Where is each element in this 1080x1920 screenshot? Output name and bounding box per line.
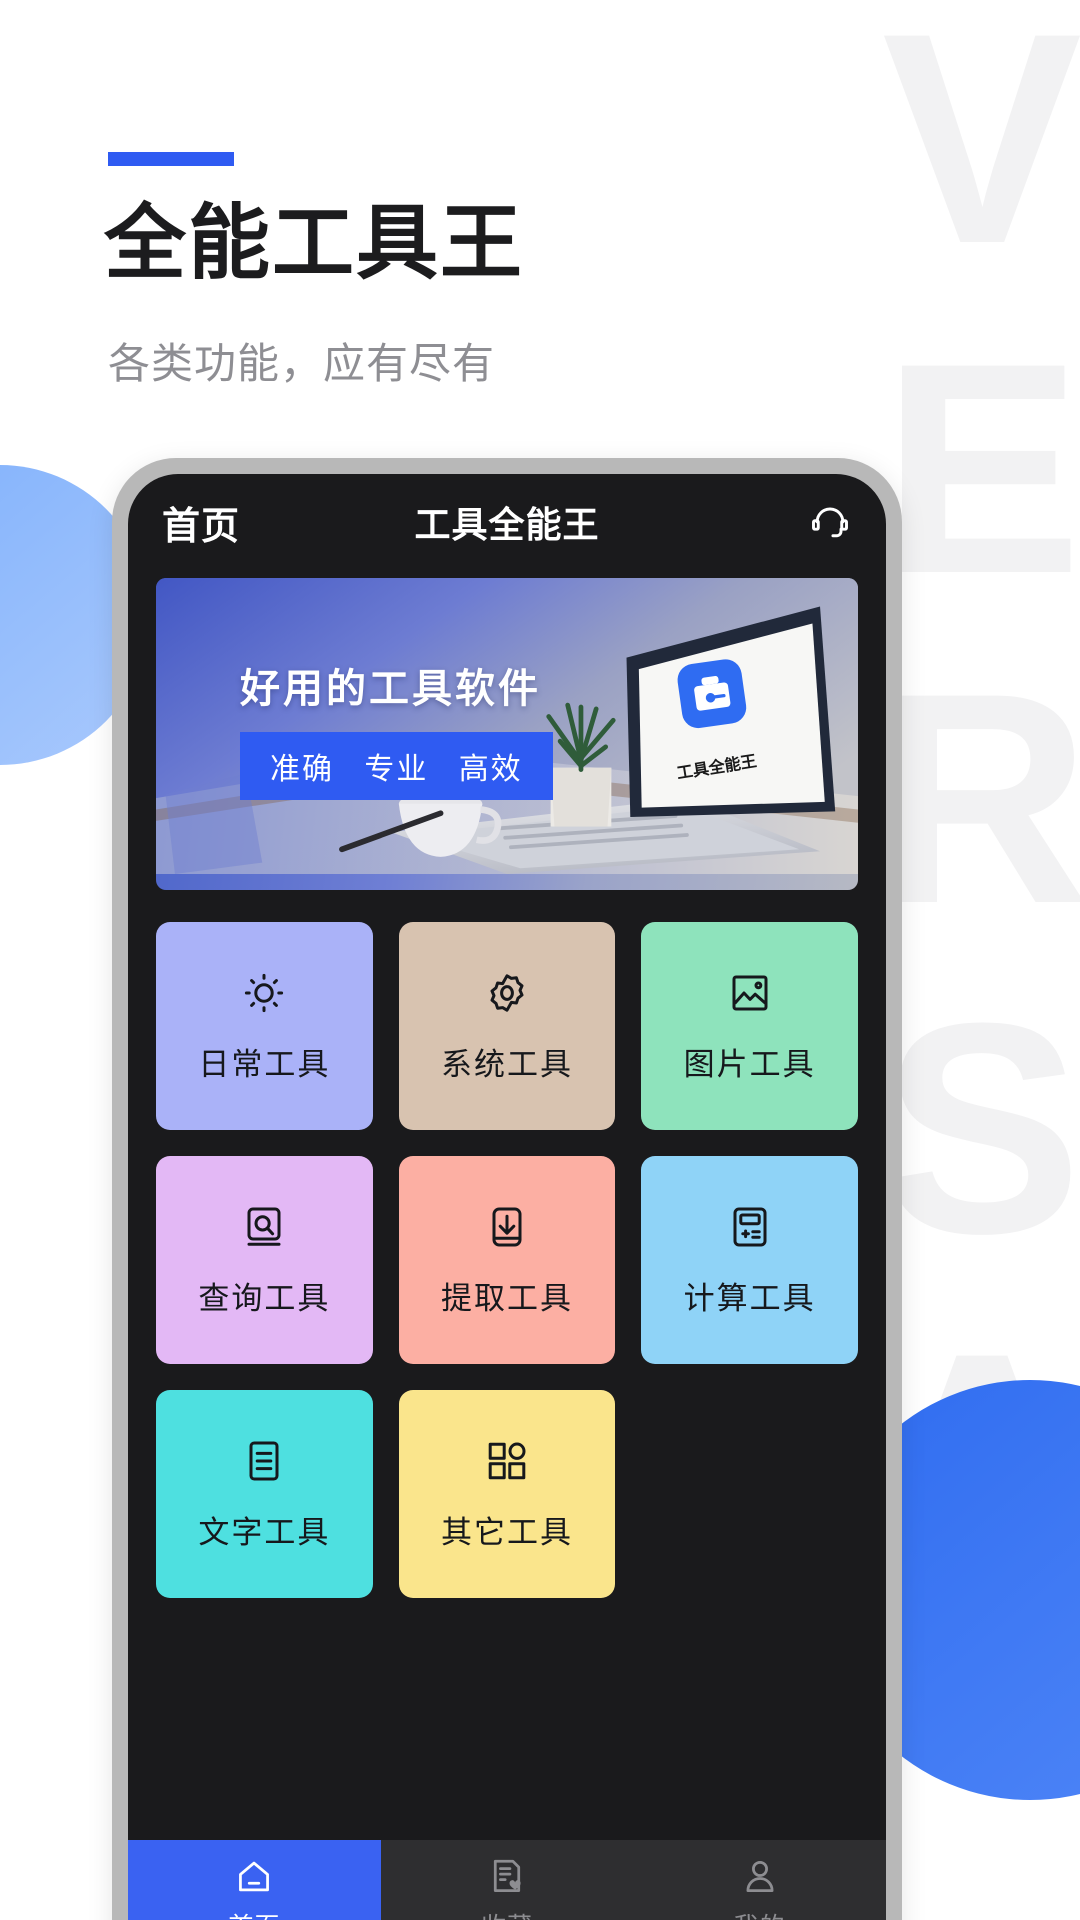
tool-grid: 日常工具 系统工具 图片工具 查询工具 提取工具 计算工具 文字工具 其它工具 xyxy=(128,890,886,1598)
tab-label: 收藏 xyxy=(481,1907,533,1920)
banner-tag-badge: 准确 专业 高效 xyxy=(240,732,553,800)
banner-tag: 专业 xyxy=(364,753,429,786)
page-subtitle: 各类功能，应有尽有 xyxy=(108,340,496,387)
tool-tile-label: 图片工具 xyxy=(683,1046,816,1082)
home-icon xyxy=(239,1861,270,1892)
tool-tile-label: 其它工具 xyxy=(440,1514,573,1550)
tab-label: 首页 xyxy=(228,1907,280,1920)
tool-tile-label: 查询工具 xyxy=(198,1280,331,1316)
app-header: 首页 工具全能王 xyxy=(128,474,886,570)
favorite-icon xyxy=(493,1859,521,1892)
tool-tile-text[interactable]: 文字工具 xyxy=(156,1390,373,1598)
headset-icon xyxy=(808,498,852,547)
bottom-navigation: 首页 收藏 我的 xyxy=(128,1840,886,1920)
customer-service-button[interactable] xyxy=(808,498,852,547)
tool-tile-query[interactable]: 查询工具 xyxy=(156,1156,373,1364)
person-icon xyxy=(746,1860,774,1892)
tool-tile-calculate[interactable]: 计算工具 xyxy=(641,1156,858,1364)
tab-home[interactable]: 首页 xyxy=(128,1840,381,1920)
banner-tag: 高效 xyxy=(458,753,523,786)
app-title: 工具全能王 xyxy=(414,504,600,545)
tool-tile-label: 日常工具 xyxy=(198,1046,331,1082)
tool-tile-label: 计算工具 xyxy=(683,1280,816,1316)
tool-tile-system[interactable]: 系统工具 xyxy=(398,922,616,1130)
tab-profile[interactable]: 我的 xyxy=(633,1840,886,1920)
tool-tile-label: 提取工具 xyxy=(440,1280,573,1316)
tab-favorites[interactable]: 收藏 xyxy=(381,1840,634,1920)
phone-mockup: 首页 工具全能王 工具全能王 好用的工具软件 准确 专业 高效 日常工具 系统工… xyxy=(112,458,902,1920)
banner-tag: 准确 xyxy=(270,753,334,786)
banner-copy: 好用的工具软件 准确 专业 高效 xyxy=(240,656,553,800)
banner-headline: 好用的工具软件 xyxy=(240,667,541,711)
sun-icon xyxy=(245,973,284,1012)
search-doc-icon xyxy=(247,1207,281,1246)
document-icon xyxy=(249,1441,279,1480)
page-title: 全能工具王 xyxy=(104,198,525,289)
tool-tile-image[interactable]: 图片工具 xyxy=(641,922,858,1130)
promo-page: VERSATILE 全能工具王 各类功能，应有尽有 首页 工具全能王 xyxy=(0,0,1080,1920)
phone-screen: 首页 工具全能王 工具全能王 好用的工具软件 准确 专业 高效 日常工具 系统工… xyxy=(128,474,886,1920)
tool-tile-label: 文字工具 xyxy=(198,1514,331,1550)
gear-icon xyxy=(490,973,524,1012)
header-home-label[interactable]: 首页 xyxy=(162,495,240,550)
download-icon xyxy=(492,1207,522,1246)
tab-label: 我的 xyxy=(734,1907,786,1920)
tool-tile-label: 系统工具 xyxy=(440,1046,573,1082)
promo-banner[interactable]: 工具全能王 好用的工具软件 准确 专业 高效 xyxy=(156,578,858,890)
accent-bar xyxy=(108,152,234,166)
grid-icon xyxy=(488,1442,526,1479)
tool-tile-other[interactable]: 其它工具 xyxy=(398,1390,616,1598)
image-icon xyxy=(732,975,768,1010)
calculator-icon xyxy=(733,1207,767,1246)
tool-tile-extract[interactable]: 提取工具 xyxy=(398,1156,616,1364)
tool-tile-daily[interactable]: 日常工具 xyxy=(156,922,373,1130)
